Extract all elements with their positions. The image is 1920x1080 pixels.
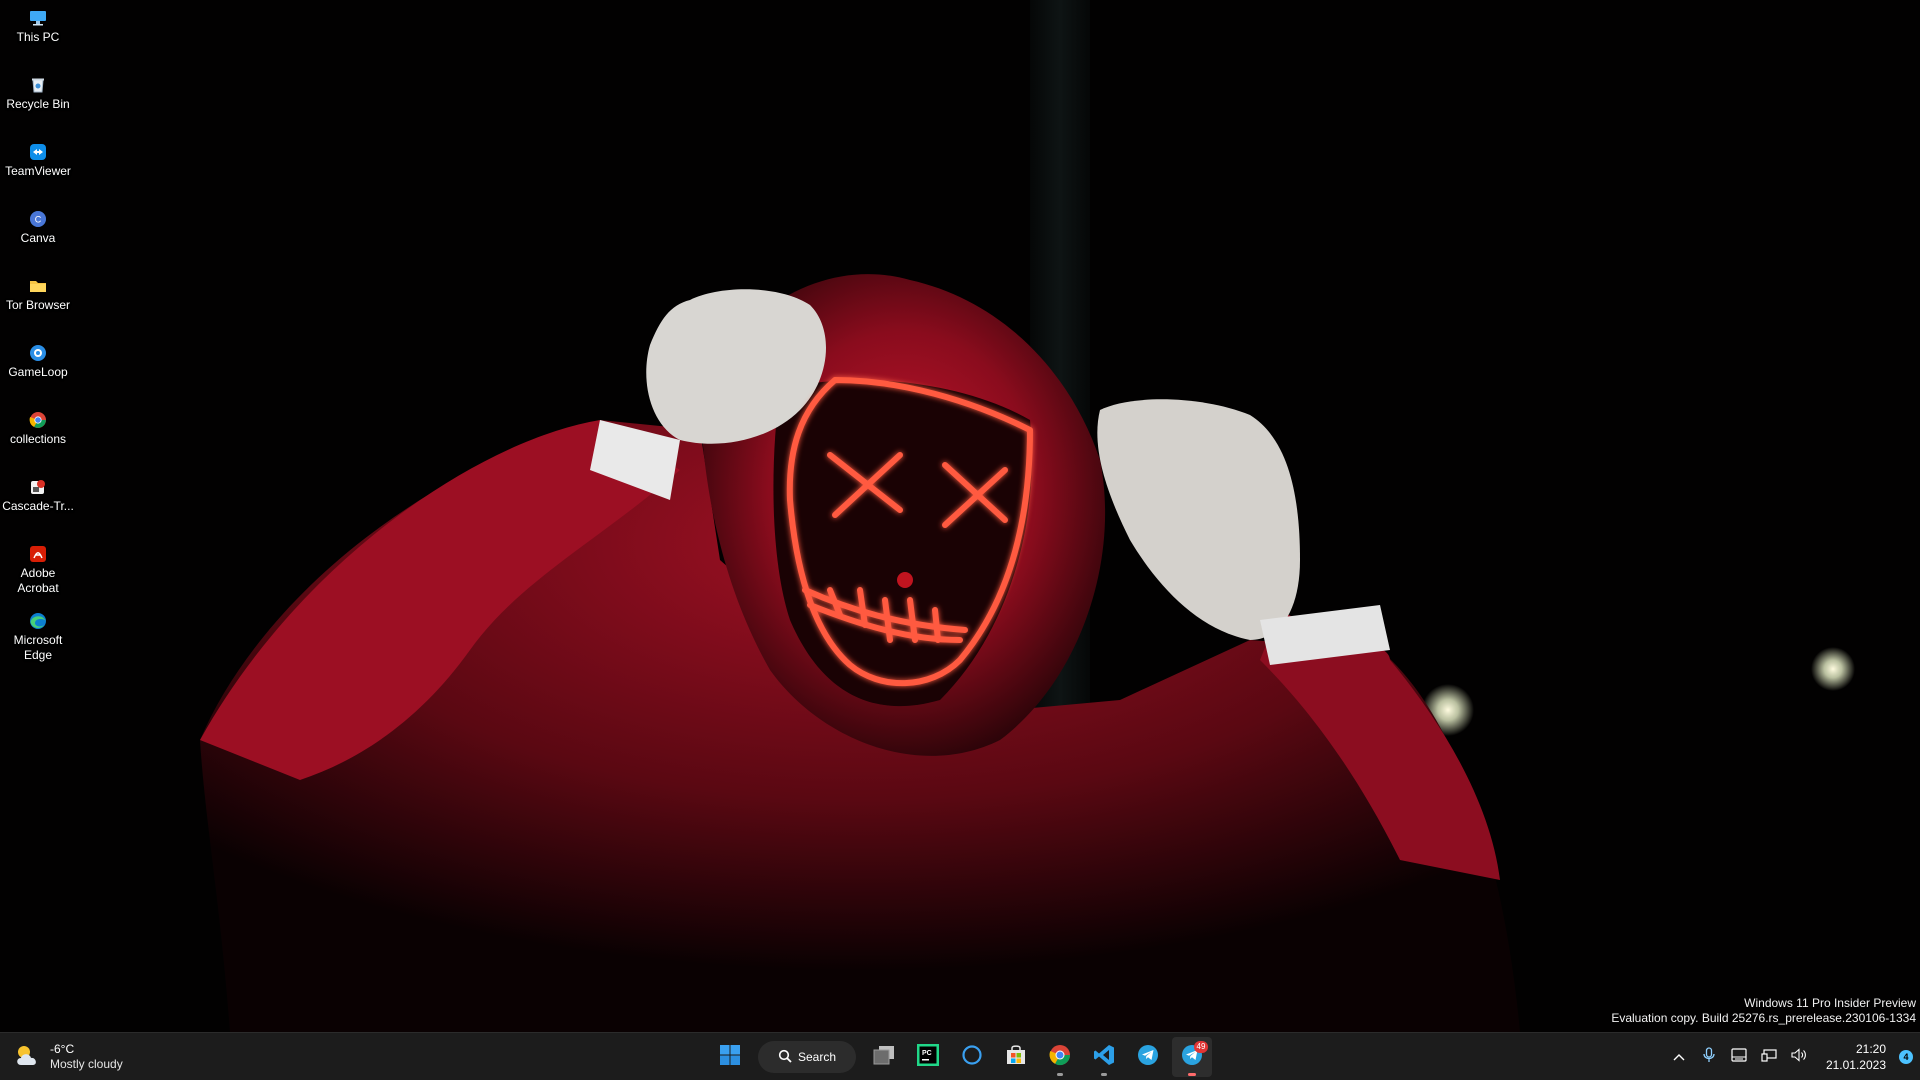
task-view-button[interactable] (864, 1037, 904, 1077)
taskbar-center-apps: Search PC 49 (710, 1037, 1212, 1077)
task-view-icon (872, 1044, 896, 1071)
show-hidden-icons-button[interactable] (1664, 1037, 1694, 1077)
acrobat-icon (28, 544, 48, 564)
cortana-icon (961, 1044, 983, 1071)
chevron-up-icon (1673, 1048, 1685, 1066)
telegram-active-button[interactable]: 49 (1172, 1037, 1212, 1077)
microphone-button[interactable] (1694, 1037, 1724, 1077)
desktop-icon-label: Cascade-Tr... (2, 499, 74, 513)
partly-cloudy-icon (14, 1043, 42, 1072)
microphone-icon (1703, 1046, 1715, 1068)
weather-widget[interactable]: -6°C Mostly cloudy (14, 1039, 123, 1075)
watermark-line-2: Evaluation copy. Build 25276.rs_prerelea… (1611, 1011, 1916, 1025)
recycle-bin-icon (28, 75, 48, 95)
desktop-icon-label: This PC (16, 30, 60, 44)
running-indicator (1188, 1073, 1196, 1076)
desktop-icon-teamviewer[interactable]: TeamViewer (0, 138, 76, 205)
network-icon (1761, 1048, 1777, 1067)
telegram-icon (1137, 1044, 1159, 1071)
desktop-wallpaper (0, 0, 1920, 1032)
teamviewer-icon (28, 142, 48, 162)
desktop-icon-column: This PC Recycle Bin TeamViewer C Canva T… (0, 4, 76, 674)
desktop-icon-label: Recycle Bin (6, 97, 70, 111)
svg-text:PC: PC (922, 1050, 932, 1057)
start-button[interactable] (710, 1037, 750, 1077)
wallpaper-hooded-figure-image (200, 0, 1855, 1032)
volume-icon (1791, 1047, 1807, 1067)
keyboard-icon (1731, 1047, 1747, 1067)
chrome-icon (28, 410, 48, 430)
desktop-icon-adobe-acrobat[interactable]: Adobe Acrobat (0, 540, 76, 607)
folder-icon (28, 276, 48, 296)
desktop-icon-label: Microsoft Edge (13, 633, 63, 662)
vscode-icon (1093, 1044, 1115, 1071)
desktop-icon-label: TeamViewer (5, 164, 71, 178)
pycharm-icon: PC (917, 1043, 939, 1071)
vscode-button[interactable] (1084, 1037, 1124, 1077)
desktop-icon-cascade[interactable]: Cascade-Tr... (0, 473, 76, 540)
windows-start-icon (719, 1044, 741, 1071)
desktop-icon-this-pc[interactable]: This PC (0, 4, 76, 71)
taskbar: -6°C Mostly cloudy Search PC 49 21:20 21… (0, 1032, 1920, 1080)
taskbar-clock[interactable]: 21:20 21.01.2023 (1814, 1041, 1892, 1073)
system-tray: 21:20 21.01.2023 4 (1664, 1033, 1920, 1080)
cortana-button[interactable] (952, 1037, 992, 1077)
weather-temperature: -6°C (50, 1042, 75, 1056)
notification-center-button[interactable]: 4 (1892, 1037, 1920, 1077)
cascade-icon (28, 477, 48, 497)
desktop-icon-gameloop[interactable]: GameLoop (0, 339, 76, 406)
volume-button[interactable] (1784, 1037, 1814, 1077)
canva-icon: C (28, 209, 48, 229)
network-button[interactable] (1754, 1037, 1784, 1077)
chrome-icon (1049, 1044, 1071, 1071)
clock-time: 21:20 (1855, 1042, 1886, 1056)
watermark-line-1: Windows 11 Pro Insider Preview (1744, 996, 1916, 1010)
desktop-icon-microsoft-edge[interactable]: Microsoft Edge (0, 607, 76, 674)
microsoft-store-button[interactable] (996, 1037, 1036, 1077)
desktop-icon-label: Tor Browser (5, 298, 70, 312)
taskbar-search-button[interactable]: Search (758, 1041, 856, 1073)
desktop-icon-collections[interactable]: collections (0, 406, 76, 473)
desktop-icon-recycle-bin[interactable]: Recycle Bin (0, 71, 76, 138)
pycharm-button[interactable]: PC (908, 1037, 948, 1077)
keyboard-layout-button[interactable] (1724, 1037, 1754, 1077)
clock-date: 21.01.2023 (1825, 1058, 1886, 1072)
notification-count-badge: 4 (1899, 1050, 1913, 1064)
weather-condition: Mostly cloudy (50, 1057, 123, 1071)
unread-badge: 49 (1194, 1041, 1208, 1053)
desktop-icon-canva[interactable]: C Canva (0, 205, 76, 272)
telegram-button[interactable] (1128, 1037, 1168, 1077)
desktop-icon-label: GameLoop (8, 365, 68, 379)
chrome-button[interactable] (1040, 1037, 1080, 1077)
running-indicator (1057, 1073, 1063, 1076)
store-icon (1005, 1044, 1027, 1071)
desktop-icon-label: Canva (20, 231, 56, 245)
search-icon (778, 1049, 792, 1066)
search-label: Search (797, 1050, 837, 1064)
desktop-icon-tor-browser[interactable]: Tor Browser (0, 272, 76, 339)
running-indicator (1101, 1073, 1107, 1076)
evaluation-watermark: Windows 11 Pro Insider Preview Evaluatio… (1611, 996, 1916, 1026)
computer-icon (28, 8, 48, 28)
svg-text:C: C (35, 215, 42, 225)
desktop-icon-label: Adobe Acrobat (17, 566, 59, 595)
gameloop-icon (28, 343, 48, 363)
edge-icon (28, 611, 48, 631)
desktop-icon-label: collections (9, 432, 67, 446)
